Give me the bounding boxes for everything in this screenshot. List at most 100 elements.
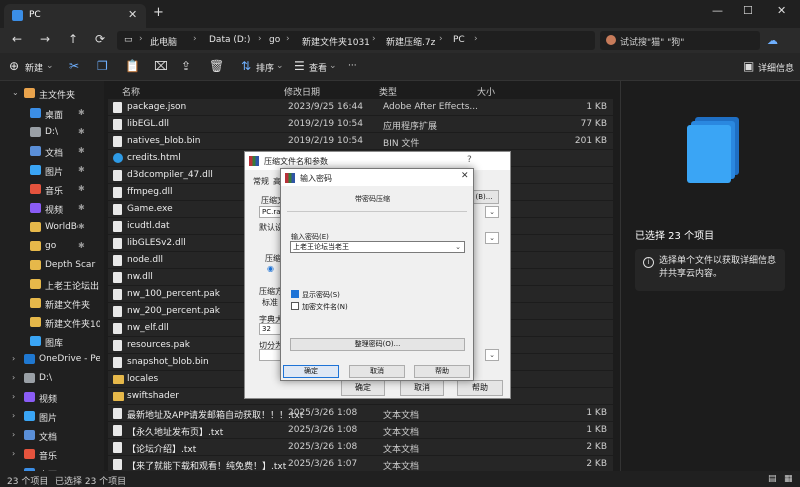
chevron-right-icon[interactable]: › [12, 392, 15, 401]
password-help-button[interactable]: 帮助 [414, 365, 470, 378]
tab-pc[interactable]: PC ✕ [4, 4, 146, 28]
chevron-right-icon[interactable]: › [12, 373, 15, 382]
search-input[interactable]: 试试搜"猫" "狗" [600, 31, 760, 50]
dictionary-value[interactable]: 32 [259, 323, 281, 335]
file-name: nw_elf.dll [127, 323, 169, 333]
file-row[interactable]: natives_blob.bin 2019/2/19 10:54 BIN 文件 201… [108, 133, 613, 149]
view-button[interactable]: 查看 [309, 61, 327, 74]
show-password-checkbox[interactable] [291, 290, 299, 298]
sidebar-item[interactable]: › 视频 [0, 388, 104, 407]
crumb-pc[interactable]: PC [453, 35, 465, 45]
sidebar-item[interactable]: › D:\ [0, 369, 104, 388]
share-icon[interactable]: ⇪ [181, 59, 191, 73]
show-password-label[interactable]: 显示密码(S) [302, 290, 340, 300]
column-header-name[interactable]: 名称 [122, 85, 140, 98]
sidebar-item[interactable]: 图片 ✱ [0, 161, 104, 180]
sidebar-item[interactable]: › 音乐 [0, 445, 104, 464]
compress-cancel-button[interactable]: 取消 [400, 380, 444, 396]
archive-dropdown[interactable]: ⌄ [485, 206, 499, 218]
file-row[interactable]: 【论坛介绍】.txt 2025/3/26 1:08 文本文档 2 KB [108, 439, 613, 455]
details-button[interactable]: 详细信息 [758, 61, 794, 74]
column-header-date[interactable]: 修改日期 [284, 85, 320, 98]
crumb-drive[interactable]: Data (D:) [209, 35, 250, 45]
file-icon [113, 425, 122, 436]
sidebar-item[interactable]: ⌄ 主文件夹 [0, 84, 104, 103]
organize-passwords-button[interactable]: 整理密码(O)... [290, 338, 465, 351]
crumb-archive[interactable]: 新建压缩.7z [386, 35, 435, 48]
copy-icon[interactable]: ❐ [97, 59, 108, 73]
encrypt-filenames-label[interactable]: 加密文件名(N) [302, 302, 348, 312]
minimize-button[interactable]: — [712, 4, 723, 17]
sidebar-item[interactable]: › OneDrive - Per [0, 350, 104, 369]
sidebar-item[interactable]: 图库 [0, 332, 104, 351]
chevron-down-icon[interactable]: ⌄ [12, 88, 19, 97]
file-row[interactable]: package.json 2023/9/25 16:44 Adobe After E… [108, 99, 613, 115]
file-row[interactable]: 最新地址及APP请发邮箱自动获取！！！.txt 2025/3/26 1:08 文本文… [108, 405, 613, 421]
chevron-right-icon[interactable]: › [12, 354, 15, 363]
tiles-view-icon[interactable]: ▦ [784, 474, 793, 484]
crumb-this-pc[interactable]: 此电脑 [150, 35, 177, 48]
password-input[interactable]: 上老王论坛当老王 ⌄ [290, 241, 465, 253]
close-window-button[interactable]: ✕ [777, 4, 786, 17]
sidebar-item[interactable]: 新建文件夹10: [0, 313, 104, 332]
breadcrumb[interactable]: ▭ › 此电脑 › Data (D:) › go › 新建文件夹1031 › 新… [117, 31, 595, 50]
paste-icon[interactable]: 📋 [125, 59, 140, 73]
sidebar-item[interactable]: 音乐 ✱ [0, 180, 104, 199]
forward-arrow-icon[interactable]: → [40, 32, 50, 46]
cut-icon[interactable]: ✂ [69, 59, 79, 73]
new-button[interactable]: 新建 [25, 61, 43, 74]
compress-ok-button[interactable]: 确定 [341, 380, 385, 396]
file-row[interactable]: libEGL.dll 2019/2/19 10:54 应用程序扩展 77 KB [108, 116, 613, 132]
tab-general[interactable]: 常规 [253, 176, 269, 187]
chevron-right-icon[interactable]: › [12, 430, 15, 439]
sidebar-item[interactable]: go ✱ [0, 237, 104, 256]
details-view-icon[interactable]: ▤ [768, 474, 777, 484]
chevron-right-icon[interactable]: › [12, 411, 15, 420]
encrypt-filenames-checkbox[interactable] [291, 302, 299, 310]
new-tab-button[interactable]: + [153, 5, 164, 20]
password-ok-button[interactable]: 确定 [283, 365, 339, 378]
password-close-button[interactable]: ✕ [461, 171, 469, 181]
refresh-icon[interactable]: ⟳ [95, 32, 105, 46]
sidebar-item[interactable]: 文档 ✱ [0, 142, 104, 161]
cloud-icon[interactable]: ☁ [767, 34, 778, 47]
split-dropdown[interactable]: ⌄ [485, 349, 499, 361]
column-header-type[interactable]: 类型 [379, 85, 397, 98]
crumb-go[interactable]: go [269, 35, 280, 45]
split-field[interactable] [259, 349, 281, 361]
sidebar-item[interactable]: 视频 ✱ [0, 199, 104, 218]
sidebar-item[interactable]: › 文档 [0, 426, 104, 445]
compress-help-button[interactable]: 帮助 [457, 380, 503, 396]
more-button[interactable]: ··· [348, 61, 357, 71]
back-arrow-icon[interactable]: ← [12, 32, 22, 46]
sidebar-item[interactable]: Depth Scar [0, 256, 104, 275]
sort-button[interactable]: 排序 [256, 61, 274, 74]
column-header-size[interactable]: 大小 [477, 85, 495, 98]
tab-close-button[interactable]: ✕ [128, 8, 137, 21]
sidebar-item[interactable]: 上老王论坛出 [0, 275, 104, 294]
crumb-folder[interactable]: 新建文件夹1031 [302, 35, 370, 48]
maximize-button[interactable]: ☐ [743, 4, 753, 17]
format-radio[interactable]: ◉ [267, 264, 274, 273]
delete-icon[interactable]: 🗑 [209, 59, 224, 73]
file-row[interactable]: 【来了就能下载和观看！纯免费！】.txt 2025/3/26 1:07 文本文档 2 … [108, 456, 613, 472]
chevron-right-icon[interactable]: › [12, 449, 15, 458]
file-row[interactable]: 【永久地址发布页】.txt 2025/3/26 1:08 文本文档 1 KB [108, 422, 613, 438]
sidebar-item[interactable]: 桌面 ✱ [0, 104, 104, 123]
monitor-icon: ▭ [124, 35, 133, 45]
chevron-down-icon[interactable]: ⌄ [455, 242, 461, 252]
file-icon [113, 255, 122, 266]
sidebar-item[interactable]: D:\ ✱ [0, 123, 104, 142]
profile-dropdown[interactable]: ⌄ [485, 232, 499, 244]
sidebar-item-label: D:\ [39, 373, 52, 383]
details-pane-icon: ▣ [743, 59, 755, 73]
sidebar-item[interactable]: WorldBox✱ [0, 218, 104, 237]
password-cancel-button[interactable]: 取消 [349, 365, 405, 378]
up-arrow-icon[interactable]: ↑ [68, 32, 78, 46]
help-question-button[interactable]: ? [467, 155, 472, 165]
method-value[interactable]: 标准 [262, 297, 278, 308]
tab-title: PC [29, 10, 41, 20]
sidebar-item[interactable]: 新建文件夹 [0, 294, 104, 313]
rename-icon[interactable]: ⌧ [154, 59, 168, 73]
sidebar-item[interactable]: › 图片 [0, 407, 104, 426]
